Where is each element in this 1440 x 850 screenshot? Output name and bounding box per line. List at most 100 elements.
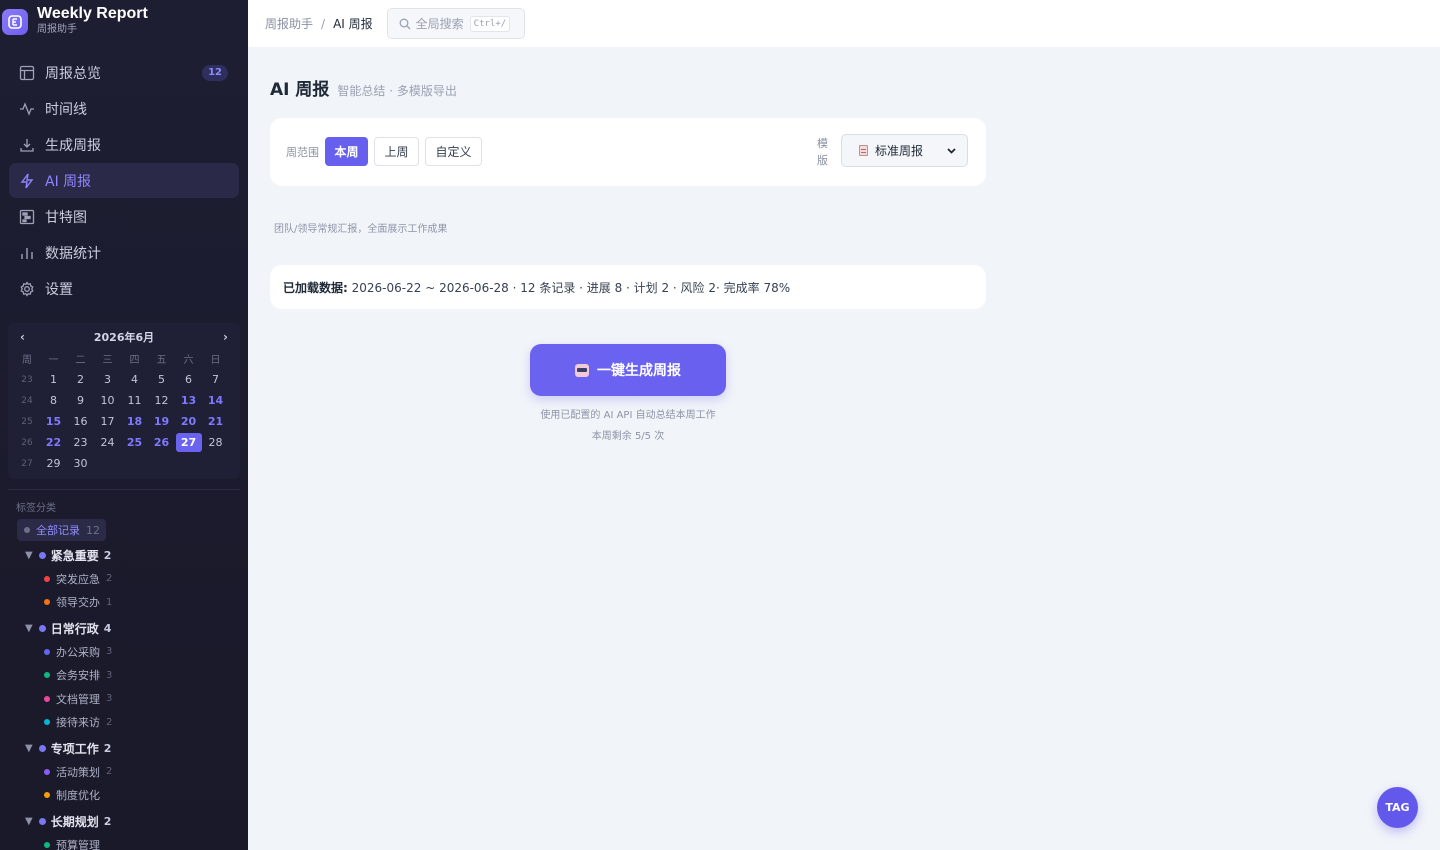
tag-group[interactable]: ▼ 日常行政 4	[25, 616, 248, 640]
calendar-week-number: 26	[21, 437, 33, 448]
range-this-week-button[interactable]: 本周	[325, 137, 368, 166]
tag-fab-button[interactable]: TAG	[1377, 787, 1418, 828]
tag-item[interactable]: 活动策划 2	[44, 760, 248, 784]
breadcrumb-current: AI 周报	[333, 17, 373, 31]
nav-item-generate[interactable]: 生成周报	[9, 127, 239, 162]
tag-dot	[44, 599, 50, 606]
calendar-week-number: 23	[21, 374, 33, 385]
calendar-day[interactable]: 8	[40, 390, 67, 411]
sidebar: Weekly Report 周报助手 周报总览 12 时间线 生成周报 AI 周…	[0, 0, 248, 850]
calendar-day[interactable]: 18	[121, 411, 148, 432]
range-custom-button[interactable]: 自定义	[425, 137, 482, 166]
calendar-day[interactable]: 15	[40, 411, 67, 432]
tag-dot	[38, 624, 46, 632]
tag-item[interactable]: 会务安排 3	[44, 664, 248, 688]
tag-dot	[44, 672, 50, 679]
tag-item[interactable]: 接待来访 2	[44, 711, 248, 735]
calendar-day[interactable]: 4	[121, 369, 148, 390]
tag-item-count: 3	[106, 669, 113, 681]
collapse-triangle-icon[interactable]: ▼	[25, 816, 33, 827]
calendar-day[interactable]: 30	[67, 453, 94, 474]
tag-group[interactable]: ▼ 专项工作 2	[25, 736, 248, 760]
calendar-weekday-header: 五	[156, 355, 167, 366]
calendar-day[interactable]: 20	[175, 411, 202, 432]
tag-group[interactable]: ▼ 长期规划 2	[25, 809, 248, 833]
tag-item[interactable]: 文档管理 3	[44, 687, 248, 711]
calendar-day[interactable]: 23	[67, 432, 94, 453]
tag-group-count: 2	[103, 814, 112, 828]
calendar-day[interactable]: 10	[94, 390, 121, 411]
calendar-prev-button[interactable]: ‹	[20, 330, 25, 344]
tag-item[interactable]: 预算管理	[44, 833, 248, 850]
search-placeholder: 全局搜索	[415, 17, 464, 31]
calendar-day[interactable]: 21	[202, 411, 229, 432]
collapse-triangle-icon[interactable]: ▼	[25, 623, 33, 634]
tag-item[interactable]: 突发应急 2	[44, 567, 248, 591]
topbar: 周报助手 / AI 周报 全局搜索 Ctrl+/	[248, 0, 1440, 47]
calendar-day[interactable]: 16	[67, 411, 94, 432]
remaining-count: 本周剩余 5/5 次	[591, 431, 665, 442]
divider	[8, 489, 240, 490]
calendar-empty-cell	[94, 453, 121, 474]
tag-group[interactable]: ▼ 紧急重要 2	[25, 543, 248, 567]
calendar-day[interactable]: 5	[148, 369, 175, 390]
global-search-input[interactable]: 全局搜索 Ctrl+/	[386, 8, 525, 39]
activity-icon	[18, 100, 36, 118]
calendar-day[interactable]: 29	[40, 453, 67, 474]
tag-dot	[44, 695, 50, 702]
page-title: AI 周报	[270, 80, 330, 100]
calendar-day[interactable]: 3	[94, 369, 121, 390]
nav-item-stats[interactable]: 数据统计	[9, 235, 239, 270]
calendar-day[interactable]: 12	[148, 390, 175, 411]
calendar-day[interactable]: 9	[67, 390, 94, 411]
calendar-weekday-header: 二	[75, 355, 86, 366]
calendar-next-button[interactable]: ›	[223, 330, 228, 344]
calendar-day[interactable]: 11	[121, 390, 148, 411]
range-last-week-button[interactable]: 上周	[374, 137, 419, 166]
layout-icon	[18, 64, 36, 82]
collapse-triangle-icon[interactable]: ▼	[25, 550, 33, 561]
template-select[interactable]: 标准周报	[841, 134, 968, 167]
calendar-day-today[interactable]: 27	[175, 432, 202, 453]
breadcrumb-root[interactable]: 周报助手	[265, 17, 313, 31]
tag-item-label: 文档管理	[56, 692, 100, 706]
calendar-day[interactable]: 6	[175, 369, 202, 390]
generate-report-button[interactable]: 一键生成周报	[530, 344, 726, 396]
chevron-down-icon	[947, 148, 956, 154]
tag-dot	[44, 719, 50, 726]
nav-item-timeline[interactable]: 时间线	[9, 91, 239, 126]
calendar-day[interactable]: 28	[202, 432, 229, 453]
tag-item[interactable]: 领导交办 1	[44, 591, 248, 615]
tag-all-records[interactable]: 全部记录 12	[17, 519, 106, 541]
tag-item-label: 接待来访	[56, 716, 100, 730]
nav-item-overview[interactable]: 周报总览 12	[9, 55, 239, 90]
tag-item-label: 突发应急	[56, 572, 100, 586]
tag-item[interactable]: 制度优化	[44, 784, 248, 808]
tag-group-label: 日常行政	[50, 621, 99, 636]
calendar-day[interactable]: 1	[40, 369, 67, 390]
tag-group-label: 长期规划	[50, 814, 99, 829]
tag-item-label: 会务安排	[56, 669, 100, 683]
tag-item[interactable]: 办公采购 3	[44, 640, 248, 664]
brand[interactable]: Weekly Report 周报助手	[0, 0, 248, 44]
calendar-day[interactable]: 13	[175, 390, 202, 411]
calendar-day[interactable]: 14	[202, 390, 229, 411]
calendar-day[interactable]: 2	[67, 369, 94, 390]
calendar-day[interactable]: 17	[94, 411, 121, 432]
nav-item-gantt[interactable]: 甘特图	[9, 199, 239, 234]
nav-item-ai-report[interactable]: AI 周报	[9, 163, 239, 198]
collapse-triangle-icon[interactable]: ▼	[25, 743, 33, 754]
calendar-week-number: 25	[21, 416, 33, 427]
calendar-weekday-header: 三	[102, 355, 113, 366]
calendar-day[interactable]: 19	[148, 411, 175, 432]
tag-item-count: 2	[106, 766, 113, 778]
calendar-day[interactable]: 22	[40, 432, 67, 453]
lightning-icon	[18, 172, 36, 190]
tag-item-count: 3	[106, 646, 113, 658]
calendar-day[interactable]: 25	[121, 432, 148, 453]
calendar-weekday-header: 一	[48, 355, 59, 366]
calendar-day[interactable]: 7	[202, 369, 229, 390]
nav-item-settings[interactable]: 设置	[9, 271, 239, 306]
calendar-day[interactable]: 24	[94, 432, 121, 453]
calendar-day[interactable]: 26	[148, 432, 175, 453]
